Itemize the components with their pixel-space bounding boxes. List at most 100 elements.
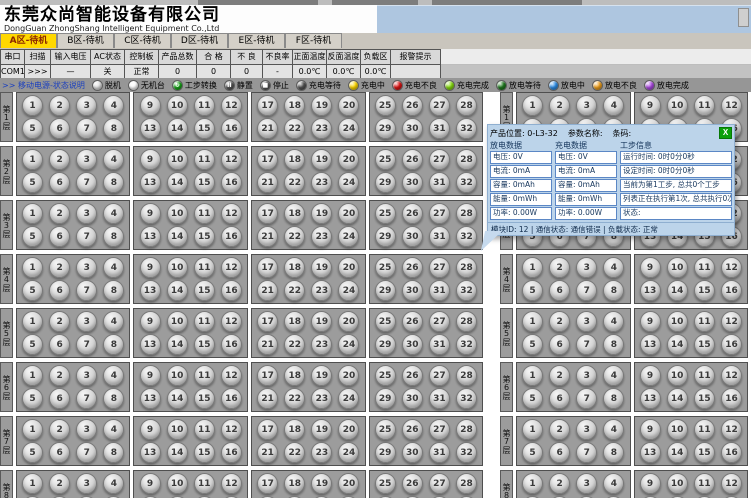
battery-cell[interactable]: 3 — [576, 419, 597, 440]
battery-cell[interactable]: 24 — [338, 226, 359, 247]
battery-cell[interactable]: 16 — [221, 442, 242, 463]
battery-cell[interactable]: 11 — [194, 95, 215, 116]
battery-cell[interactable]: 8 — [103, 226, 124, 247]
battery-cell[interactable]: 12 — [721, 473, 742, 494]
battery-cell[interactable]: 15 — [194, 334, 215, 355]
battery-cell[interactable]: 7 — [576, 388, 597, 409]
battery-cell[interactable]: 18 — [284, 419, 305, 440]
battery-cell[interactable]: 11 — [694, 311, 715, 332]
battery-cell[interactable]: 9 — [140, 257, 161, 278]
battery-cell[interactable]: 5 — [22, 334, 43, 355]
battery-cell[interactable]: 16 — [221, 118, 242, 139]
battery-cell[interactable]: 10 — [667, 473, 688, 494]
battery-cell[interactable]: 16 — [221, 172, 242, 193]
battery-cell[interactable]: 5 — [22, 442, 43, 463]
battery-cell[interactable]: 19 — [311, 149, 332, 170]
battery-cell[interactable]: 12 — [221, 419, 242, 440]
battery-cell[interactable]: 8 — [103, 334, 124, 355]
battery-cell[interactable]: 5 — [522, 388, 543, 409]
battery-cell[interactable]: 1 — [22, 365, 43, 386]
battery-cell[interactable]: 23 — [311, 280, 332, 301]
battery-cell[interactable]: 12 — [721, 95, 742, 116]
battery-cell[interactable]: 3 — [76, 149, 97, 170]
battery-cell[interactable]: 9 — [140, 95, 161, 116]
battery-cell[interactable]: 3 — [576, 95, 597, 116]
battery-cell[interactable]: 10 — [167, 257, 188, 278]
battery-cell[interactable]: 13 — [140, 388, 161, 409]
battery-cell[interactable]: 26 — [402, 149, 423, 170]
battery-cell[interactable]: 4 — [603, 365, 624, 386]
battery-cell[interactable]: 10 — [667, 311, 688, 332]
battery-cell[interactable]: 2 — [49, 95, 70, 116]
battery-cell[interactable]: 31 — [429, 118, 450, 139]
battery-cell[interactable]: 12 — [221, 203, 242, 224]
battery-cell[interactable]: 10 — [667, 95, 688, 116]
battery-cell[interactable]: 21 — [257, 280, 278, 301]
battery-cell[interactable]: 6 — [549, 388, 570, 409]
battery-cell[interactable]: 10 — [167, 473, 188, 494]
battery-cell[interactable]: 18 — [284, 149, 305, 170]
battery-cell[interactable]: 11 — [694, 257, 715, 278]
battery-cell[interactable]: 5 — [22, 388, 43, 409]
battery-cell[interactable]: 15 — [194, 172, 215, 193]
battery-cell[interactable]: 4 — [103, 365, 124, 386]
battery-cell[interactable]: 19 — [311, 419, 332, 440]
battery-cell[interactable]: 11 — [694, 473, 715, 494]
battery-cell[interactable]: 31 — [429, 334, 450, 355]
popup-close-button[interactable]: X — [719, 127, 732, 139]
battery-cell[interactable]: 9 — [140, 149, 161, 170]
battery-cell[interactable]: 4 — [103, 419, 124, 440]
battery-cell[interactable]: 32 — [456, 442, 477, 463]
tab-zone-6[interactable]: F区-待机 — [285, 33, 342, 48]
battery-cell[interactable]: 31 — [429, 226, 450, 247]
battery-cell[interactable]: 29 — [375, 334, 396, 355]
battery-cell[interactable]: 6 — [49, 226, 70, 247]
battery-cell[interactable]: 18 — [284, 365, 305, 386]
battery-cell[interactable]: 15 — [694, 442, 715, 463]
battery-cell[interactable]: 9 — [640, 95, 661, 116]
battery-cell[interactable]: 10 — [167, 311, 188, 332]
battery-cell[interactable]: 12 — [221, 473, 242, 494]
battery-cell[interactable]: 32 — [456, 280, 477, 301]
battery-cell[interactable]: 5 — [522, 442, 543, 463]
battery-cell[interactable]: 9 — [140, 311, 161, 332]
battery-cell[interactable]: 5 — [22, 118, 43, 139]
battery-cell[interactable]: 1 — [22, 473, 43, 494]
battery-cell[interactable]: 30 — [402, 280, 423, 301]
battery-cell[interactable]: 14 — [167, 280, 188, 301]
battery-cell[interactable]: 13 — [140, 172, 161, 193]
battery-cell[interactable]: 10 — [167, 149, 188, 170]
battery-cell[interactable]: 24 — [338, 280, 359, 301]
battery-cell[interactable]: 11 — [194, 203, 215, 224]
battery-cell[interactable]: 20 — [338, 149, 359, 170]
tab-zone-1[interactable]: A区-待机 — [0, 33, 57, 48]
battery-cell[interactable]: 11 — [194, 473, 215, 494]
battery-cell[interactable]: 18 — [284, 203, 305, 224]
battery-cell[interactable]: 2 — [49, 419, 70, 440]
battery-cell[interactable]: 14 — [167, 334, 188, 355]
tab-zone-4[interactable]: D区-待机 — [171, 33, 228, 48]
battery-cell[interactable]: 25 — [375, 149, 396, 170]
battery-cell[interactable]: 29 — [375, 388, 396, 409]
battery-cell[interactable]: 12 — [721, 257, 742, 278]
battery-cell[interactable]: 10 — [667, 419, 688, 440]
battery-cell[interactable]: 13 — [140, 118, 161, 139]
battery-cell[interactable]: 10 — [667, 365, 688, 386]
battery-cell[interactable]: 27 — [429, 473, 450, 494]
tab-zone-5[interactable]: E区-待机 — [228, 33, 285, 48]
battery-cell[interactable]: 7 — [76, 334, 97, 355]
battery-cell[interactable]: 2 — [549, 95, 570, 116]
battery-cell[interactable]: 18 — [284, 95, 305, 116]
battery-cell[interactable]: 5 — [522, 280, 543, 301]
battery-cell[interactable]: 21 — [257, 442, 278, 463]
battery-cell[interactable]: 1 — [22, 149, 43, 170]
battery-cell[interactable]: 2 — [49, 203, 70, 224]
battery-cell[interactable]: 27 — [429, 95, 450, 116]
battery-cell[interactable]: 22 — [284, 172, 305, 193]
battery-cell[interactable]: 22 — [284, 280, 305, 301]
battery-cell[interactable]: 12 — [221, 149, 242, 170]
battery-cell[interactable]: 19 — [311, 257, 332, 278]
battery-cell[interactable]: 14 — [667, 280, 688, 301]
battery-cell[interactable]: 1 — [22, 95, 43, 116]
battery-cell[interactable]: 12 — [221, 257, 242, 278]
